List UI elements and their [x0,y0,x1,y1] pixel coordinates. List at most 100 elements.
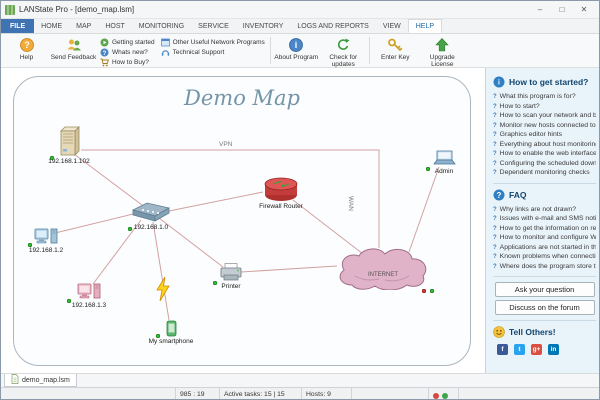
map-node-pc3[interactable]: 192.168.1.3 [54,282,124,310]
faq-header: ? FAQ [493,189,596,201]
question-bullet-icon [493,169,497,176]
question-bullet-icon [493,225,497,232]
info-circle-icon: i [288,37,304,53]
map-links [1,68,485,373]
faq-link[interactable]: Where does the program store the ... [493,262,596,272]
doc-tab[interactable]: demo_map.lsm [4,374,77,387]
question-bullet-icon [493,263,497,270]
help-link[interactable]: What this program is for? [493,92,596,102]
send-feedback-button[interactable]: Send Feedback [50,35,97,66]
tell-others-title: Tell Others! [509,327,556,337]
other-programs-button[interactable]: Other Useful Network Programs [161,38,265,46]
enter-key-button[interactable]: Enter Key [372,35,419,66]
svg-text:?: ? [24,40,30,50]
sidebar-divider [493,320,596,321]
technical-support-button[interactable]: Technical Support [161,48,265,56]
forum-button[interactable]: Discuss on the forum [495,300,595,315]
tab-help[interactable]: HELP [408,19,442,33]
how-to-buy-button[interactable]: How to Buy? [100,58,155,66]
map-node-internet[interactable]: INTERNET [335,246,431,280]
map-node-pc2[interactable]: 192.168.1.2 [11,227,81,255]
faq-link[interactable]: Issues with e-mail and SMS notifica... [493,214,596,224]
facebook-icon[interactable]: f [497,344,508,355]
ask-question-button[interactable]: Ask your question [495,282,595,297]
ribbon-tab-bar: FILE HOME MAP HOST MONITORING SERVICE IN… [1,19,599,34]
faq-link[interactable]: Why links are not drawn? [493,205,596,215]
window-title: LANState Pro - [demo_map.lsm] [19,5,529,14]
technical-support-label: Technical Support [173,49,225,56]
status-hosts: Hosts: 9 [302,388,352,400]
node-label: INTERNET [368,272,398,280]
vpn-link-label: VPN [219,141,232,148]
whats-new-button[interactable]: ? Whats new? [100,48,155,56]
server-icon [56,125,82,157]
svg-text:i: i [295,40,298,50]
help-link[interactable]: How to start? [493,102,596,112]
status-dot [430,289,434,293]
close-button[interactable]: ✕ [573,2,595,18]
map-node-printer[interactable]: Printer [196,263,266,291]
help-link[interactable]: Configuring the scheduled downlo... [493,159,596,169]
status-active-tasks: Active tasks: 15 | 15 [220,388,302,400]
map-canvas[interactable]: Demo Map VPN WAN 192.168.1.102 192.168.1… [1,68,485,373]
help-link[interactable]: How to enable the web interface? [493,149,596,159]
about-program-button[interactable]: i About Program [273,35,320,66]
tab-inventory[interactable]: INVENTORY [236,19,291,33]
help-link[interactable]: Everything about host monitoring a... [493,140,596,150]
question-bullet-icon [493,122,497,129]
node-label: 192.168.1.102 [48,158,90,166]
enter-key-label: Enter Key [381,54,410,61]
key-icon [387,37,403,53]
status-dot [28,243,32,247]
map-node-server[interactable]: 192.168.1.102 [34,125,104,166]
tab-host[interactable]: HOST [98,19,131,33]
tab-map[interactable]: MAP [69,19,98,33]
help-link[interactable]: Monitor new hosts connected to th... [493,121,596,131]
tab-logs-and-reports[interactable]: LOGS AND REPORTS [290,19,375,33]
linkedin-icon[interactable]: in [548,344,559,355]
tab-service[interactable]: SERVICE [191,19,236,33]
faq-link[interactable]: Applications are not started in the ... [493,243,596,253]
check-updates-label: Check for updates [320,54,367,69]
question-bullet-icon [493,112,497,119]
tab-monitoring[interactable]: MONITORING [132,19,191,33]
tab-view[interactable]: VIEW [376,19,408,33]
question-bullet-icon [493,244,497,251]
question-bullet-icon [493,215,497,222]
svg-text:i: i [498,80,500,87]
googleplus-icon[interactable]: g+ [531,344,542,355]
minimize-button[interactable]: – [529,2,551,18]
status-bar: 985 : 19 Active tasks: 15 | 15 Hosts: 9 [1,387,599,400]
upgrade-license-button[interactable]: Upgrade License [419,35,466,66]
faq-link[interactable]: Known problems when connecting ... [493,252,596,262]
document-tab-bar: demo_map.lsm [1,373,599,387]
faq-link[interactable]: How to monitor and configure WMI? [493,233,596,243]
map-title: Demo Map [142,86,342,110]
social-icons: f t g+ in [493,342,596,355]
help-link[interactable]: Dependent monitoring checks [493,168,596,178]
ok-indicator-icon [442,393,448,399]
app-window: LANState Pro - [demo_map.lsm] – □ ✕ FILE… [0,0,600,400]
refresh-icon [335,37,351,53]
tab-home[interactable]: HOME [34,19,69,33]
help-link[interactable]: How to scan your network and buil... [493,111,596,121]
help-link[interactable]: Graphics editor hints [493,130,596,140]
map-node-switch[interactable]: 192.168.1.0 [116,201,186,232]
getting-started-button[interactable]: Getting started [100,38,155,46]
help-button[interactable]: ? Help [3,35,50,66]
question-bullet-icon [493,141,497,148]
programs-window-icon [161,38,170,47]
tab-file[interactable]: FILE [1,19,34,33]
map-node-smartphone[interactable]: My smartphone [136,320,206,346]
support-links-stack: Other Useful Network Programs Technical … [158,35,268,66]
headset-icon [161,48,170,57]
map-node-router[interactable]: Firewall Router [254,176,308,211]
map-node-admin[interactable]: Admin [409,150,479,176]
node-label: 192.168.1.3 [72,302,106,310]
help-sidebar: i How to get started? What this program … [485,68,600,373]
twitter-icon[interactable]: t [514,344,525,355]
maximize-button[interactable]: □ [551,2,573,18]
question-bullet-icon [493,93,497,100]
faq-link[interactable]: How to get the information on rem... [493,224,596,234]
check-updates-button[interactable]: Check for updates [320,35,367,66]
